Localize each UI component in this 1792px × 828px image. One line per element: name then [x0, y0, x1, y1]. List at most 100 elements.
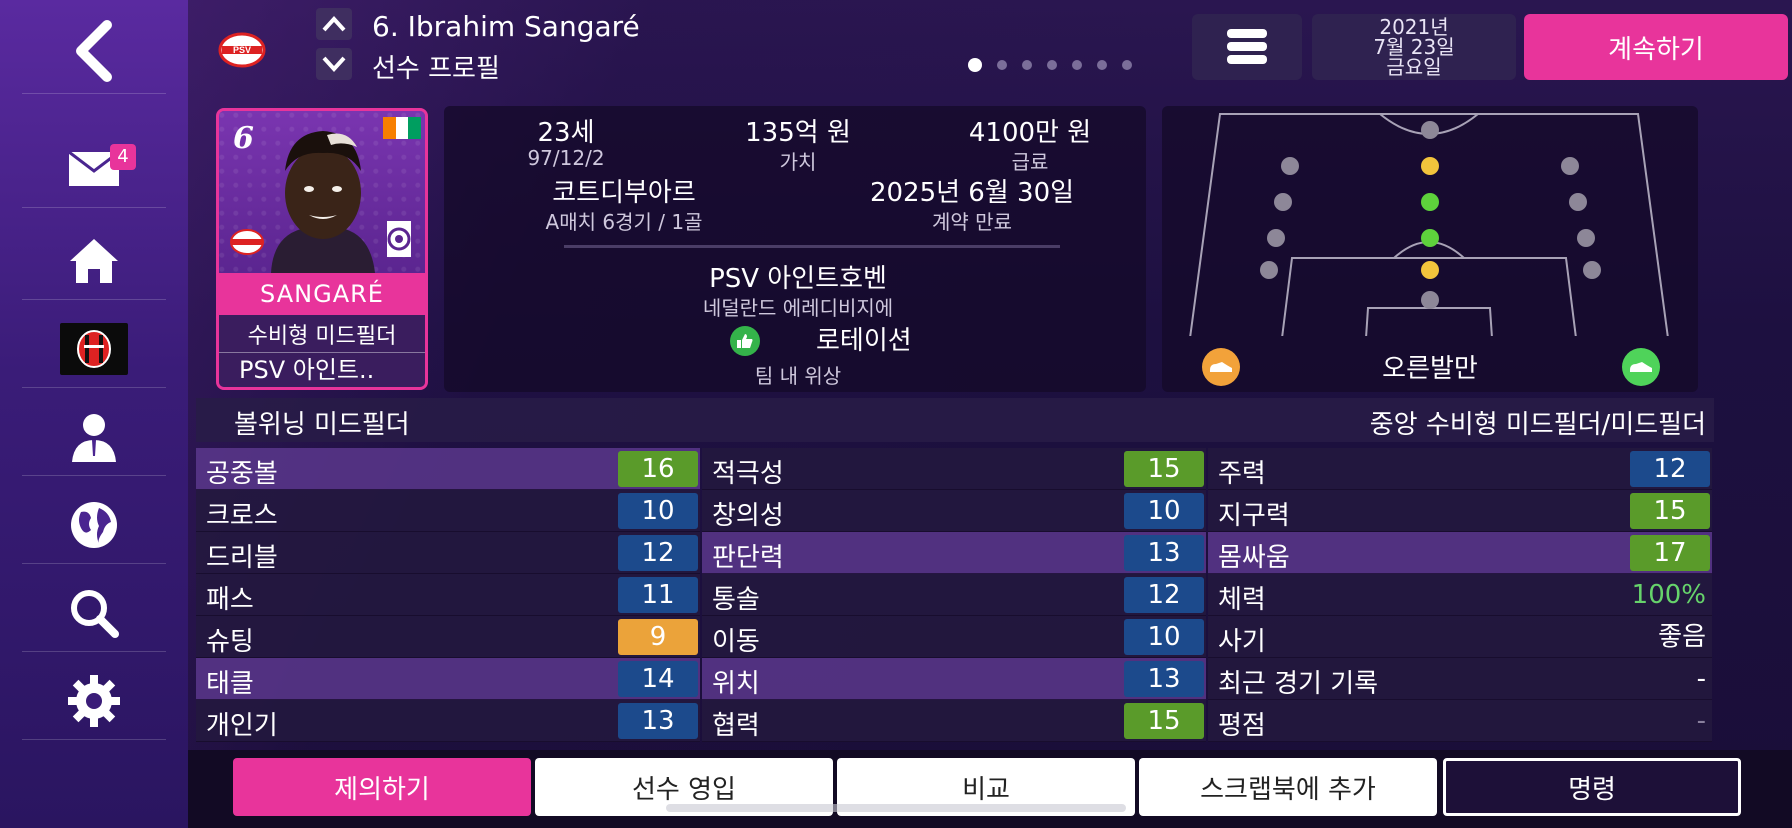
right-foot-icon — [1622, 348, 1660, 386]
attribute-value: 10 — [618, 493, 698, 529]
page-dot[interactable] — [1022, 60, 1032, 70]
attribute-row[interactable]: 사기 좋음 — [1208, 616, 1712, 658]
page-dot[interactable] — [1072, 60, 1082, 70]
squad-status[interactable]: 로테이션 — [816, 320, 912, 357]
attribute-value: 100% — [1631, 580, 1706, 610]
bottom-action-bar: 제의하기 선수 영입 비교 스크랩북에 추가 명령 — [188, 750, 1792, 828]
attribute-name: 최근 경기 기록 — [1218, 669, 1379, 699]
page-dot[interactable] — [1097, 60, 1107, 70]
physical-attributes: 주력 12 지구력 15 몸싸움 17 체력 100% 사기 좋음 최근 경기 기록 - 평점 - — [1208, 448, 1712, 742]
page-indicator[interactable] — [968, 58, 1132, 72]
page-dot[interactable] — [1122, 60, 1132, 70]
attribute-row[interactable]: 공중볼 16 — [196, 448, 700, 490]
page-dot[interactable] — [997, 60, 1007, 70]
continue-button[interactable]: 계속하기 — [1524, 14, 1788, 80]
attribute-name: 지구력 — [1218, 501, 1290, 531]
attribute-row[interactable]: 지구력 15 — [1208, 490, 1712, 532]
date-year: 2021년 — [1379, 15, 1449, 39]
attribute-row[interactable]: 주력 12 — [1208, 448, 1712, 490]
menu-button[interactable] — [1192, 14, 1302, 80]
date-display[interactable]: 2021년 7월 23일 금요일 — [1312, 14, 1516, 80]
page-dot[interactable] — [968, 58, 982, 72]
attribute-row[interactable]: 슈팅 9 — [196, 616, 700, 658]
left-foot-icon — [1202, 348, 1240, 386]
attribute-value: 12 — [1630, 451, 1710, 487]
player-nation[interactable]: 코트디부아르 — [552, 172, 696, 209]
card-club: PSV 아인트.. — [219, 353, 425, 387]
attribute-row[interactable]: 위치 13 — [702, 658, 1206, 700]
info-divider — [564, 245, 1060, 248]
sidebar-item-world[interactable] — [22, 486, 166, 564]
attribute-row[interactable]: 개인기 13 — [196, 700, 700, 742]
attribute-row[interactable]: 드리블 12 — [196, 532, 700, 574]
pitch-position-dot — [1421, 193, 1439, 211]
attribute-row[interactable]: 몸싸움 17 — [1208, 532, 1712, 574]
attribute-name: 평점 — [1218, 711, 1266, 741]
scroll-indicator — [666, 804, 1126, 812]
pitch-position-dot — [1421, 261, 1439, 279]
pitch-position-dot — [1561, 157, 1579, 175]
home-icon — [70, 238, 118, 283]
pitch-position-dot — [1569, 193, 1587, 211]
svg-text:PSV: PSV — [233, 45, 251, 55]
attribute-row[interactable]: 최근 경기 기록 - — [1208, 658, 1712, 700]
attribute-value: 11 — [618, 577, 698, 613]
player-club[interactable]: PSV 아인트호벤 — [709, 258, 887, 295]
attribute-row[interactable]: 태클 14 — [196, 658, 700, 700]
sidebar-item-search[interactable] — [22, 574, 166, 652]
club-crest-small-icon — [229, 227, 265, 261]
attribute-row[interactable]: 판단력 13 — [702, 532, 1206, 574]
attribute-value: 13 — [618, 703, 698, 739]
league-logo-icon — [381, 219, 417, 263]
player-wage-label: 급료 — [1011, 150, 1049, 174]
sidebar-item-home[interactable] — [22, 222, 166, 300]
player-role[interactable]: 볼위닝 미드필더 — [234, 404, 410, 441]
page-dot[interactable] — [1047, 60, 1057, 70]
sidebar-item-settings[interactable] — [22, 662, 166, 740]
attribute-row[interactable]: 체력 100% — [1208, 574, 1712, 616]
role-bar[interactable]: 볼위닝 미드필더 중앙 수비형 미드필더/미드필더 — [196, 398, 1714, 442]
make-offer-button[interactable]: 제의하기 — [233, 758, 531, 816]
attribute-name: 위치 — [712, 669, 760, 699]
command-button[interactable]: 명령 — [1443, 758, 1741, 816]
player-league: 네덜란드 에레디비지에 — [702, 296, 894, 320]
page-title: 6. Ibrahim Sangaré — [372, 10, 640, 43]
sidebar-item-staff[interactable] — [22, 398, 166, 476]
attribute-row[interactable]: 통솔 12 — [702, 574, 1206, 616]
pitch-position-dot — [1577, 229, 1595, 247]
attribute-value: 9 — [618, 619, 698, 655]
pitch-position-dot — [1421, 229, 1439, 247]
sidebar-item-club[interactable] — [22, 310, 166, 388]
attribute-value: 좋음 — [1658, 622, 1706, 652]
attribute-row[interactable]: 적극성 15 — [702, 448, 1206, 490]
attribute-row[interactable]: 평점 - — [1208, 700, 1712, 742]
attribute-name: 슈팅 — [206, 627, 254, 657]
attribute-name: 공중볼 — [206, 459, 278, 489]
sidebar-item-inbox[interactable] — [22, 130, 166, 208]
attribute-name: 통솔 — [712, 585, 760, 615]
attribute-name: 크로스 — [206, 501, 278, 531]
chevron-left-icon — [76, 19, 112, 82]
attribute-name: 적극성 — [712, 459, 784, 489]
back-button[interactable] — [22, 8, 166, 94]
position-pitch-panel: 오른발만 — [1162, 106, 1698, 392]
date-month-day: 7월 23일 — [1373, 35, 1455, 59]
pitch-diagram — [1189, 113, 1669, 336]
add-to-scrapbook-button[interactable]: 스크랩북에 추가 — [1139, 758, 1437, 816]
attribute-name: 사기 — [1218, 627, 1266, 657]
previous-player-button[interactable] — [316, 8, 352, 40]
attribute-row[interactable]: 창의성 10 — [702, 490, 1206, 532]
attribute-value: 12 — [618, 535, 698, 571]
page-subtitle: 선수 프로필 — [372, 54, 500, 84]
attribute-row[interactable]: 크로스 10 — [196, 490, 700, 532]
attribute-row[interactable]: 이동 10 — [702, 616, 1206, 658]
player-card: 6 SANGARÉ 수비형 미드필더 PSV 아인트.. — [216, 108, 428, 390]
attribute-name: 체력 — [1218, 585, 1266, 615]
attribute-row[interactable]: 패스 11 — [196, 574, 700, 616]
attribute-value: 14 — [618, 661, 698, 697]
attribute-value: 16 — [618, 451, 698, 487]
attribute-value: - — [1696, 664, 1706, 694]
next-player-button[interactable] — [316, 48, 352, 80]
attribute-row[interactable]: 협력 15 — [702, 700, 1206, 742]
thumbs-up-icon — [730, 326, 760, 356]
